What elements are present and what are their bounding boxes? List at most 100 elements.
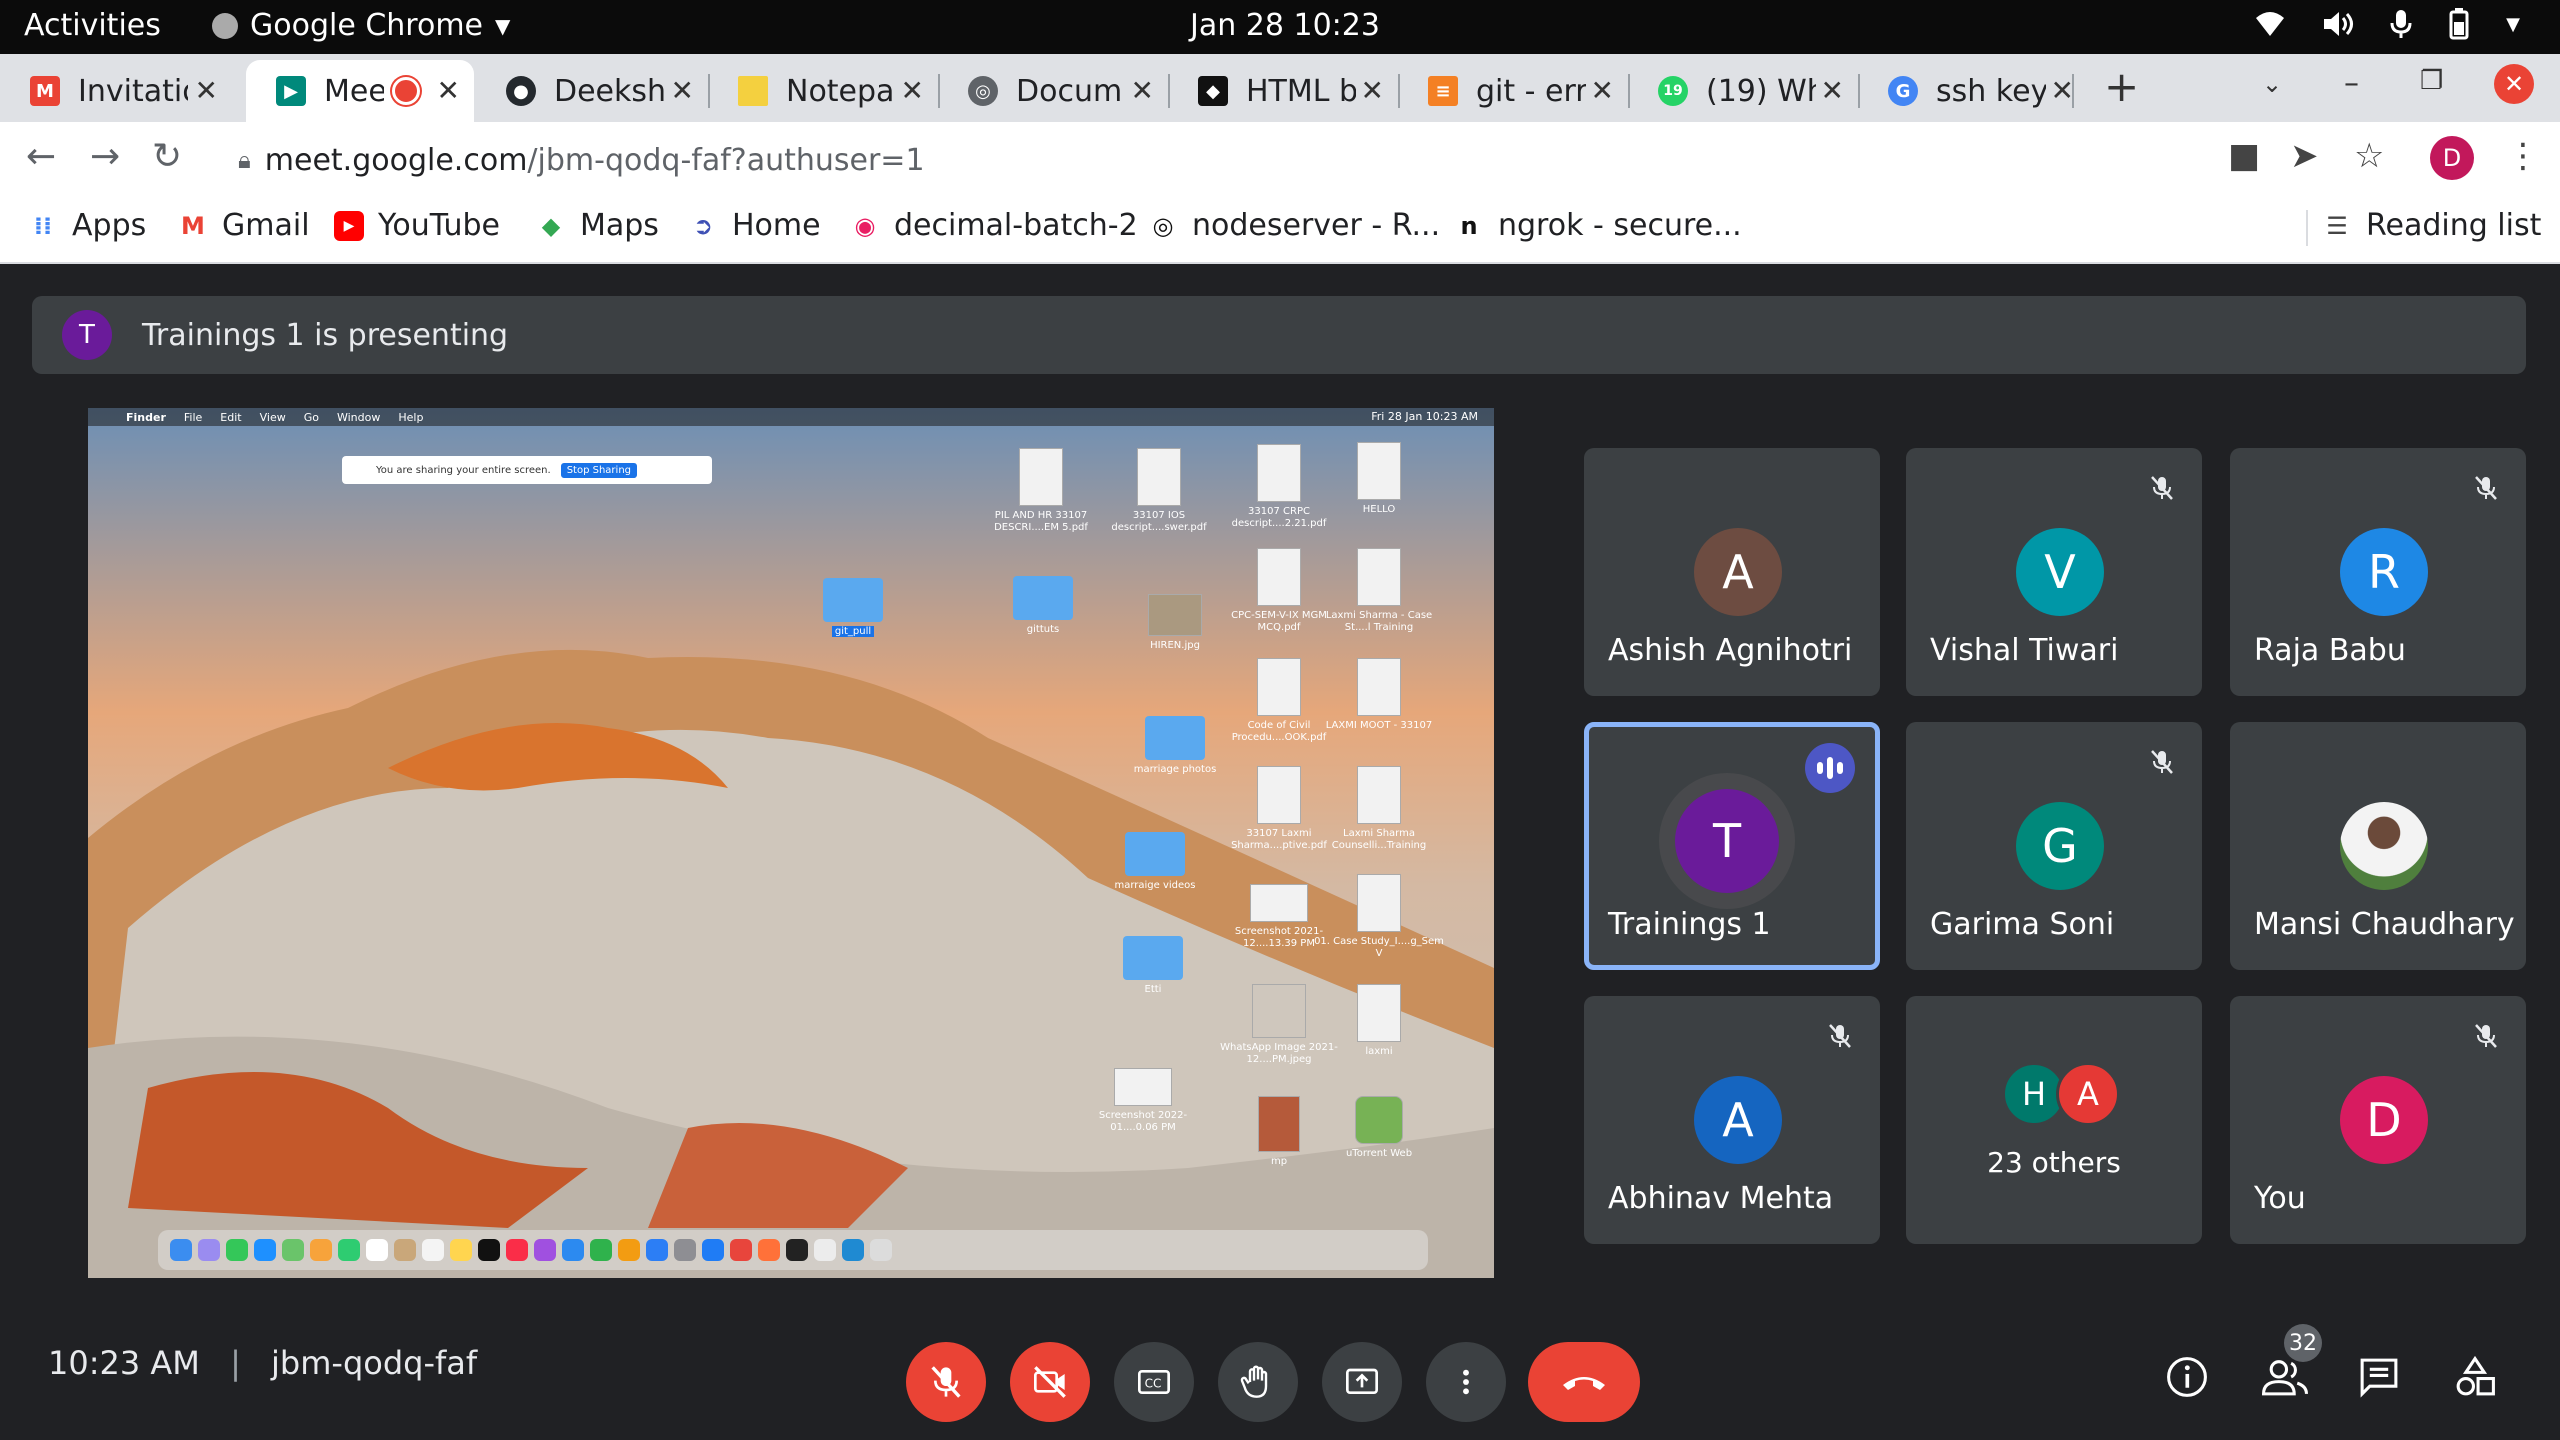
tab-whatsapp[interactable]: 19 (19) Wh ✕ [1628,60,1858,122]
camera-toggle-button[interactable] [1010,1342,1090,1422]
screenshot-icon [1114,1068,1172,1106]
info-icon [2167,1357,2207,1397]
tab-meet[interactable]: ▶ Mee ✕ [246,60,474,122]
participant-avatar: A [1694,528,1782,616]
utorrent-icon [1355,1096,1403,1144]
bookmark-decimal-batch[interactable]: ◉ decimal-batch-2 [850,208,1138,243]
forward-button[interactable]: → [90,136,120,177]
others-tile[interactable]: H A 23 others [1906,996,2202,1244]
more-options-button[interactable] [1426,1342,1506,1422]
back-button[interactable]: ← [26,136,56,177]
participant-tile-active-speaker[interactable]: T Trainings 1 [1584,722,1880,970]
bookmark-apps[interactable]: ⁞⁞ Apps [28,208,146,243]
meeting-details-button[interactable] [2164,1354,2210,1404]
app-menu[interactable]: Google Chrome ▼ [212,8,510,43]
close-icon[interactable]: ✕ [1591,74,1614,107]
document-icon [1357,442,1401,500]
self-tile[interactable]: D You [2230,996,2526,1244]
close-icon[interactable]: ✕ [671,74,694,107]
reload-button[interactable]: ↻ [152,136,182,177]
tab-title: Invitatio [78,73,188,109]
tab-divider [2072,74,2074,108]
shapes-icon [2456,1355,2495,1396]
notes-icon [450,1239,472,1261]
bookmark-ngrok[interactable]: n ngrok - secure... [1454,208,1741,243]
bookmarks-bar: ⁞⁞ Apps M Gmail ▶ YouTube ◆ Maps ➲ Home ◉ deci… [0,198,2560,264]
tab-title: HTML b [1246,73,1356,109]
firefox-icon [758,1239,780,1261]
raise-hand-button[interactable] [1218,1342,1298,1422]
microphone-toggle-button[interactable] [906,1342,986,1422]
camera-in-use-icon[interactable]: ■ [2228,136,2260,176]
vscode-icon [842,1239,864,1261]
system-tray[interactable]: ▼ [2254,8,2520,40]
google-icon: G [1888,76,1918,106]
desktop-file-label: uTorrent Web [1345,1148,1413,1159]
participant-tile[interactable]: G Garima Soni [1906,722,2202,970]
bookmark-youtube[interactable]: ▶ YouTube [334,208,500,243]
close-icon[interactable]: ✕ [2051,74,2074,107]
bookmark-gmail[interactable]: M Gmail [178,208,309,243]
profile-avatar[interactable]: D [2430,136,2474,180]
system-clock[interactable]: Jan 28 10:23 [1190,8,1380,43]
sharing-text: You are sharing your entire screen. [376,464,551,476]
meeting-time: 10:23 AM [48,1344,200,1382]
chrome-menu-icon[interactable]: ⋮ [2506,136,2540,176]
tab-search-button[interactable]: ⌄ [2262,70,2282,98]
mic-off-icon [2466,468,2506,508]
close-icon[interactable]: ✕ [1821,74,1844,107]
shared-screen[interactable]: Finder File Edit View Go Window Help Fri… [88,408,1494,1278]
tab-document[interactable]: ◎ Docum ✕ [938,60,1168,122]
tab-stackoverflow[interactable]: ≡ git - err ✕ [1398,60,1628,122]
participant-tile[interactable]: A Abhinav Mehta [1584,996,1880,1244]
trash-icon [870,1239,892,1261]
bookmark-home[interactable]: ➲ Home [688,208,821,243]
participant-tile[interactable]: Mansi Chaudhary [2230,722,2526,970]
close-icon[interactable]: ✕ [437,74,460,107]
captions-button[interactable]: CC [1114,1342,1194,1422]
new-tab-button[interactable]: + [2104,62,2139,111]
screenshot-icon [1250,884,1308,922]
mac-menu-finder: Finder [126,410,166,424]
presenter-avatar: T [62,310,112,360]
mic-off-icon [931,1366,961,1398]
participant-tile[interactable]: V Vishal Tiwari [1906,448,2202,696]
tab-gmail-invitation[interactable]: M Invitatio ✕ [0,60,232,122]
close-icon[interactable]: ✕ [1361,74,1384,107]
present-screen-button[interactable] [1322,1342,1402,1422]
mic-off-icon [2142,468,2182,508]
tab-notepad[interactable]: Notepa ✕ [708,60,938,122]
bookmark-star-icon[interactable]: ☆ [2354,136,2384,176]
chat-button[interactable] [2356,1354,2402,1404]
presenting-banner: T Trainings 1 is presenting [32,296,2526,374]
tab-github[interactable]: ● Deeksh ✕ [476,60,708,122]
reading-list-icon: ☰ [2326,211,2348,240]
desktop-file-label: git_pull [831,626,875,637]
restore-button[interactable]: ❐ [2420,66,2443,96]
desktop-file-label: marraige videos [1114,880,1196,891]
address-bar[interactable]: 🔒︎ meet.google.com/jbm-qodq-faf?authuser… [214,132,2254,188]
meeting-code: jbm-qodq-faf [271,1344,478,1382]
desktop-file-label: mp [1270,1156,1288,1167]
bookmark-label: Apps [72,208,147,243]
close-icon[interactable]: ✕ [1131,74,1154,107]
minimize-button[interactable]: – [2344,66,2359,101]
activities-button[interactable] [2452,1354,2498,1404]
participant-tile[interactable]: A Ashish Agnihotri [1584,448,1880,696]
tab-html[interactable]: ◆ HTML b ✕ [1168,60,1398,122]
close-icon[interactable]: ✕ [195,74,218,107]
bookmark-maps[interactable]: ◆ Maps [536,208,659,243]
bookmark-nodeserver[interactable]: ◎ nodeserver - R... [1148,208,1441,243]
desktop-file-label: 33107 IOS descript....swer.pdf [1111,510,1207,533]
participant-avatar: A [2056,1062,2120,1126]
close-icon[interactable]: ✕ [901,74,924,107]
reading-list-button[interactable]: ☰ Reading list [2322,208,2541,243]
close-window-button[interactable]: ✕ [2494,64,2534,104]
send-tab-icon[interactable]: ➤ [2290,136,2319,176]
tab-title: ssh key [1936,73,2046,109]
activities-button[interactable]: Activities [24,8,161,43]
leave-call-button[interactable] [1528,1342,1640,1422]
tab-google-ssh[interactable]: G ssh key ✕ [1858,60,2088,122]
tab-strip: M Invitatio ✕ ▶ Mee ✕ ● Deeksh ✕ Notepa … [0,54,2560,122]
participant-tile[interactable]: R Raja Babu [2230,448,2526,696]
